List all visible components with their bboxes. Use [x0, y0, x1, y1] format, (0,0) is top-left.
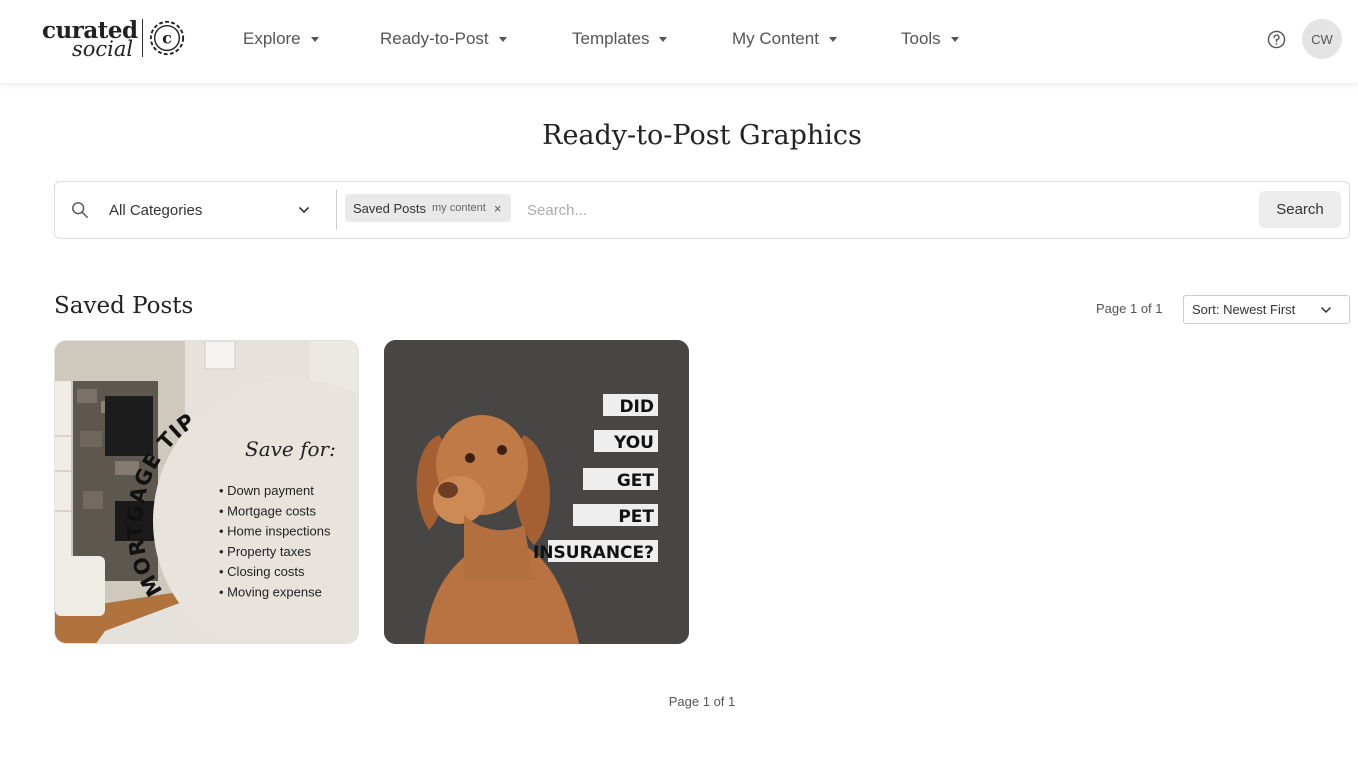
- card2-text-line: YOU: [613, 433, 654, 453]
- logo-divider: [142, 19, 143, 57]
- search-bar: All Categories Saved Posts my content × …: [54, 181, 1350, 239]
- card1-list-item: • Closing costs: [219, 564, 305, 579]
- logo-badge-icon: c: [149, 20, 185, 56]
- logo-text-social: social: [72, 37, 134, 61]
- card2-text-line: DID: [619, 397, 654, 417]
- page-title: Ready-to-Post Graphics: [542, 120, 862, 151]
- nav-ready-to-post[interactable]: Ready-to-Post: [380, 0, 507, 78]
- sort-select[interactable]: Sort: Newest First: [1183, 295, 1350, 324]
- page-info-top: Page 1 of 1: [1096, 301, 1163, 316]
- chip-remove-icon[interactable]: ×: [494, 201, 502, 216]
- user-avatar[interactable]: CW: [1302, 19, 1342, 59]
- curated-social-logo[interactable]: curated social c: [42, 17, 192, 63]
- caret-down-icon: [828, 36, 837, 42]
- nav-tools-label: Tools: [901, 29, 941, 48]
- section-title: Saved Posts: [54, 293, 194, 319]
- top-navbar: curated social c Explore Ready-to-Post T…: [0, 0, 1358, 83]
- card2-text-line: INSURANCE?: [533, 543, 654, 563]
- search-divider: [336, 190, 337, 230]
- search-input[interactable]: [527, 192, 1247, 228]
- help-icon[interactable]: [1267, 30, 1286, 49]
- nav-ready-to-post-label: Ready-to-Post: [380, 29, 489, 48]
- page-info-bottom: Page 1 of 1: [668, 694, 736, 709]
- category-select[interactable]: All Categories: [109, 182, 319, 238]
- caret-down-icon: [950, 36, 959, 42]
- nav-tools[interactable]: Tools: [901, 0, 959, 78]
- card2-text-line: PET: [618, 507, 654, 527]
- card2-text-line: GET: [617, 471, 655, 491]
- saved-post-card-mortgage-tip[interactable]: MORTGAGE TIP Save for: • Down payment • M…: [54, 340, 359, 644]
- nav-templates-label: Templates: [572, 29, 650, 48]
- card1-list-item: • Home inspections: [219, 524, 331, 539]
- nav-explore-label: Explore: [243, 29, 301, 48]
- category-select-value: All Categories: [109, 201, 203, 219]
- sort-select-value: Sort: Newest First: [1192, 302, 1296, 317]
- saved-post-card-pet-insurance[interactable]: DID YOU GET PET INSURANCE?: [384, 340, 689, 644]
- filter-chip-saved-posts[interactable]: Saved Posts my content ×: [345, 194, 512, 222]
- card1-list-item: • Property taxes: [219, 544, 311, 559]
- caret-down-icon: [498, 36, 507, 42]
- svg-text:c: c: [162, 29, 172, 48]
- nav-explore[interactable]: Explore: [243, 0, 319, 78]
- card1-list-item: • Down payment: [219, 483, 314, 498]
- caret-down-icon: [310, 36, 319, 42]
- filter-chip-label: Saved Posts: [353, 200, 426, 216]
- card1-list-item: • Moving expense: [219, 585, 322, 600]
- card1-list-item: • Mortgage costs: [219, 503, 317, 518]
- nav-templates[interactable]: Templates: [572, 0, 668, 78]
- search-button[interactable]: Search: [1259, 191, 1341, 228]
- pet-insurance-graphic: DID YOU GET PET INSURANCE?: [384, 340, 689, 644]
- search-icon: [72, 202, 88, 218]
- mortgage-tip-graphic: MORTGAGE TIP Save for: • Down payment• M…: [55, 341, 358, 643]
- card1-subheading: Save for:: [245, 437, 336, 461]
- nav-my-content-label: My Content: [732, 29, 819, 48]
- chevron-down-icon: [1320, 306, 1332, 314]
- filter-chip-sublabel: my content: [432, 202, 486, 214]
- nav-my-content[interactable]: My Content: [732, 0, 837, 78]
- caret-down-icon: [659, 36, 668, 42]
- chevron-down-icon[interactable]: [298, 204, 310, 216]
